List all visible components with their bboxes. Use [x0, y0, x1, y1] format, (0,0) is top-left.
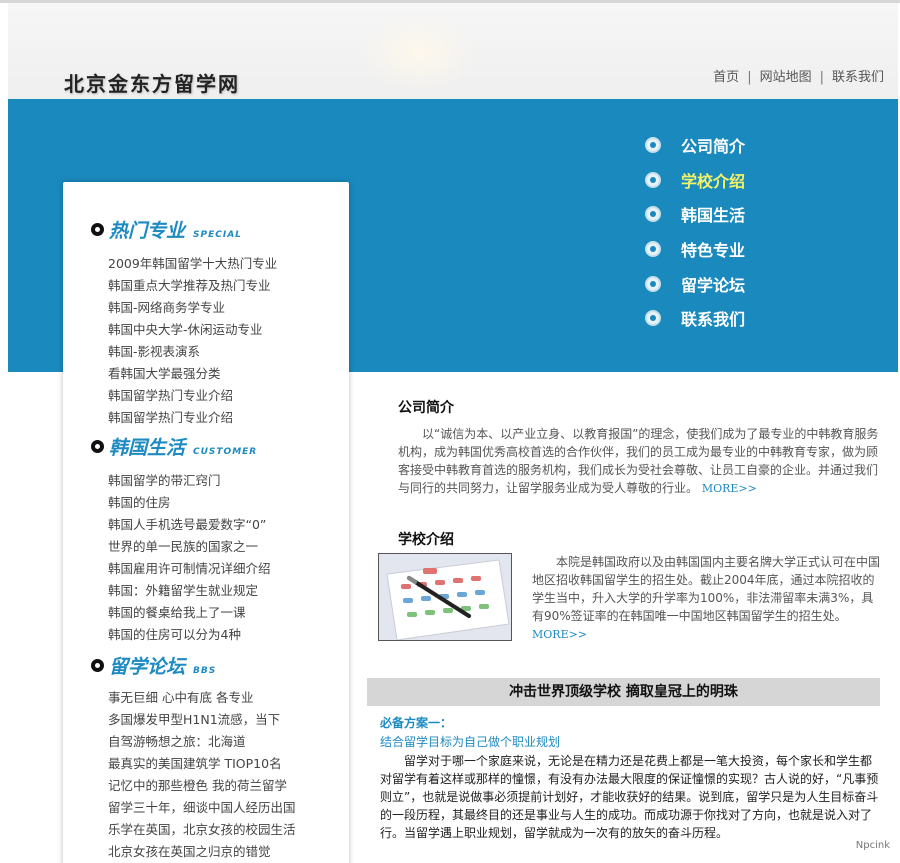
bbs-links: 事无巨细 心中有底 各专业 多国爆发甲型H1N1流感，当下 自驾游畅想之旅：北海… — [108, 687, 296, 863]
sidebar-link[interactable]: 看韩国大学最强分类 — [108, 363, 277, 385]
school-body: 本院是韩国政府以及由韩国国内主要名牌大学正式认可在中国地区招收韩国留学生的招生处… — [532, 555, 881, 623]
sidebar-link[interactable]: 韩国人手机选号最爱数字“0” — [108, 514, 271, 536]
sidebar-link[interactable]: 乐学在英国，北京女孩的校园生活 — [108, 819, 296, 841]
chart-paper-pen-illustration — [379, 554, 511, 640]
nav-bullet-icon — [645, 171, 661, 188]
sidebar-link[interactable]: 韩国留学的带汇窍门 — [108, 470, 271, 492]
sidebar-link[interactable]: 韩国重点大学推荐及热门专业 — [108, 275, 277, 297]
nav-bullet-icon — [645, 241, 661, 258]
section-title-bbs: 留学论坛 BBS — [91, 652, 216, 679]
header-glow — [358, 13, 478, 93]
sidebar-link[interactable]: 韩国：外籍留学生就业规定 — [108, 580, 271, 602]
nav-bullet-icon — [645, 310, 661, 327]
sidebar-link[interactable]: 世界的单一民族的国家之一 — [108, 536, 271, 558]
sidebar-link[interactable]: 最真实的美国建筑学 TIOP10名 — [108, 753, 296, 775]
about-body: 以“诚信为本、以产业立身、以教育报国”的理念，使我们成为了最专业的中韩教育服务机… — [398, 427, 879, 495]
main-nav-item-forum[interactable]: 留学论坛 — [645, 266, 845, 301]
sidebar-link[interactable]: 韩国的住房 — [108, 492, 271, 514]
sidebar-link[interactable]: 韩国留学热门专业介绍 — [108, 407, 277, 429]
about-text: 以“诚信为本、以产业立身、以教育报国”的理念，使我们成为了最专业的中韩教育服务机… — [398, 425, 880, 498]
school-text: 本院是韩国政府以及由韩国国内主要名牌大学正式认可在中国地区招收韩国留学生的招生处… — [532, 553, 880, 644]
section-subtitle: BBS — [193, 666, 217, 676]
plan-body: 留学对于哪一个家庭来说，无论是在精力还是花费上都是一笔大投资，每个家长和学生都对… — [380, 754, 879, 840]
nav-bullet-icon — [645, 206, 661, 223]
sidebar-link[interactable]: 多国爆发甲型H1N1流感，当下 — [108, 709, 296, 731]
school-more-link[interactable]: MORE>> — [532, 628, 587, 641]
section-title-text: 热门专业 — [109, 220, 186, 242]
sidebar-link[interactable]: 记忆中的那些橙色 我的荷兰留学 — [108, 775, 296, 797]
nav-bullet-icon — [645, 137, 661, 154]
section-title-customer: 韩国生活 CUSTOMER — [91, 433, 257, 460]
special-links: 2009年韩国留学十大热门专业 韩国重点大学推荐及热门专业 韩国-网络商务学专业… — [108, 253, 277, 429]
plan-title: 必备方案一： — [380, 716, 453, 730]
section-bullet-icon — [91, 659, 104, 672]
about-more-link[interactable]: MORE>> — [702, 482, 757, 495]
top-nav-separator: | — [819, 70, 824, 85]
section-bullet-icon — [91, 440, 104, 453]
customer-links: 韩国留学的带汇窍门 韩国的住房 韩国人手机选号最爱数字“0” 世界的单一民族的国… — [108, 470, 271, 646]
sidebar-link[interactable]: 韩国雇用许可制情况详细介绍 — [108, 558, 271, 580]
sidebar-link[interactable]: 韩国-影视表演系 — [108, 341, 277, 363]
sidebar-link[interactable]: 北京女孩在英国之归京的错觉 — [108, 841, 296, 863]
sidebar-link[interactable]: 2009年韩国留学十大热门专业 — [108, 253, 277, 275]
sidebar-link[interactable]: 韩国的住房可以分为4种 — [108, 624, 271, 646]
top-nav-home-link[interactable]: 首页 — [713, 70, 739, 85]
top-nav: 首页 | 网站地图 | 联系我们 — [713, 66, 884, 85]
main-nav-label: 公司简介 — [681, 137, 746, 157]
main-nav: 公司简介 学校介绍 韩国生活 特色专业 留学论坛 联系我们 — [645, 128, 845, 336]
section-title-text: 留学论坛 — [109, 656, 186, 678]
watermark: Npcink — [855, 840, 890, 851]
school-thumbnail-image — [378, 553, 512, 641]
plan-subtitle-link[interactable]: 结合留学目标为自己做个职业规划 — [380, 733, 560, 750]
sidebar-link[interactable]: 事无巨细 心中有底 各专业 — [108, 687, 296, 709]
top-nav-sitemap-link[interactable]: 网站地图 — [760, 70, 812, 85]
section-subtitle: SPECIAL — [193, 230, 242, 240]
main-nav-label: 留学论坛 — [681, 275, 746, 295]
top-nav-contact-link[interactable]: 联系我们 — [832, 70, 884, 85]
main-nav-label: 联系我们 — [681, 310, 746, 330]
main-nav-label: 学校介绍 — [681, 171, 746, 191]
school-heading: 学校介绍 — [398, 532, 454, 548]
sidebar-link[interactable]: 自驾游畅想之旅：北海道 — [108, 731, 296, 753]
main-nav-label: 特色专业 — [681, 241, 746, 261]
main-nav-item-korea-life[interactable]: 韩国生活 — [645, 197, 845, 232]
sidebar-link[interactable]: 韩国-网络商务学专业 — [108, 297, 277, 319]
sidebar-link[interactable]: 韩国的餐桌给我上了一课 — [108, 602, 271, 624]
nav-bullet-icon — [645, 275, 661, 292]
site-logo[interactable]: 北京金东方留学网 — [64, 68, 240, 97]
main-nav-item-contact[interactable]: 联系我们 — [645, 301, 845, 336]
sidebar-link[interactable]: 韩国留学热门专业介绍 — [108, 385, 277, 407]
feature-headline[interactable]: 冲击世界顶级学校 摘取皇冠上的明珠 — [367, 678, 880, 706]
sidebar-link[interactable]: 留学三十年，细谈中国人经历出国 — [108, 797, 296, 819]
section-subtitle: CUSTOMER — [193, 447, 258, 457]
sidebar-link[interactable]: 韩国中央大学-休闲运动专业 — [108, 319, 277, 341]
section-bullet-icon — [91, 223, 104, 236]
section-title-text: 韩国生活 — [109, 437, 186, 459]
about-heading: 公司简介 — [398, 400, 454, 416]
top-nav-separator: | — [747, 70, 752, 85]
sidebar: 热门专业 SPECIAL 2009年韩国留学十大热门专业 韩国重点大学推荐及热门… — [63, 182, 349, 863]
main-nav-item-about[interactable]: 公司简介 — [645, 128, 845, 163]
main-nav-item-school[interactable]: 学校介绍 — [645, 163, 845, 198]
main-nav-item-majors[interactable]: 特色专业 — [645, 232, 845, 267]
main-nav-label: 韩国生活 — [681, 206, 746, 226]
section-title-special: 热门专业 SPECIAL — [91, 216, 242, 243]
